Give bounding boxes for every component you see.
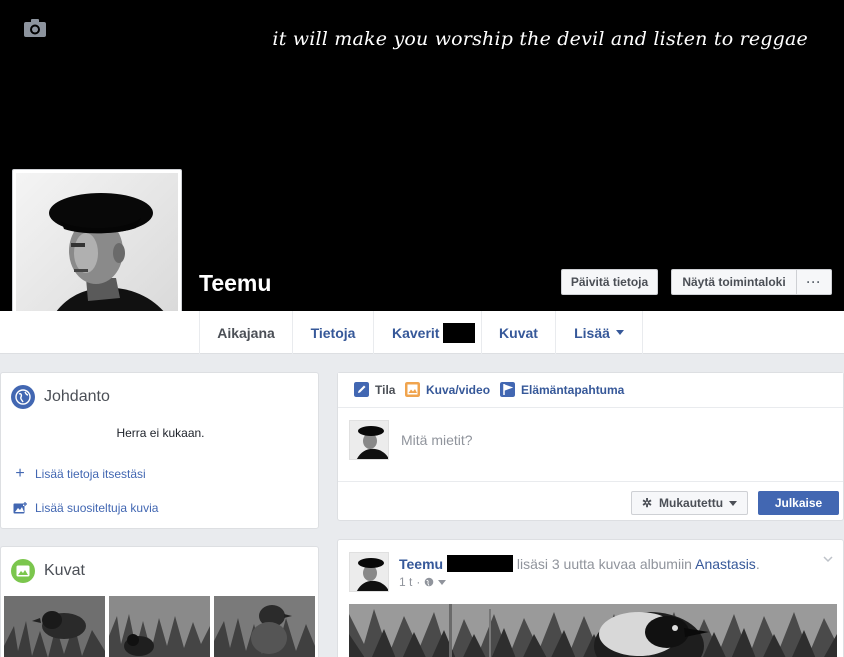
- profile-picture-image[interactable]: [16, 173, 178, 333]
- caret-down-icon: [615, 330, 624, 335]
- composer-footer: ✲ Mukautettu Julkaise: [338, 481, 843, 520]
- audience-selector-button[interactable]: ✲ Mukautettu: [631, 491, 748, 515]
- post-album-link[interactable]: Anastasis: [695, 556, 756, 572]
- intro-card: Johdanto Herra ei kukaan. + Lisää tietoj…: [0, 372, 319, 529]
- timeline-post: Teemu lisäsi 3 uutta kuvaa albumiin Anas…: [337, 539, 844, 657]
- add-info-label: Lisää tietoja itsestäsi: [35, 467, 146, 481]
- tab-about[interactable]: Tietoja: [293, 311, 374, 354]
- photos-card: Kuvat: [0, 546, 319, 657]
- globe-icon: [11, 385, 35, 409]
- camera-icon[interactable]: [23, 18, 47, 38]
- post-timestamp[interactable]: 1 t: [399, 575, 412, 589]
- profile-nav-bar: Aikajana Tietoja Kaverit Kuvat Lisää: [0, 311, 844, 354]
- redacted-friend-count: [443, 322, 476, 343]
- intro-title: Johdanto: [44, 388, 110, 405]
- redacted-surname: [446, 555, 513, 572]
- composer-tabs: Tila Kuva/video Elämäntapahtuma: [338, 373, 843, 408]
- add-info-link[interactable]: + Lisää tietoja itsestäsi: [13, 465, 146, 483]
- post-meta: 1 t ·: [399, 575, 447, 589]
- post-photo[interactable]: [349, 604, 837, 657]
- flag-icon: [500, 382, 515, 397]
- audience-label: Mukautettu: [659, 496, 724, 510]
- add-featured-photos-link[interactable]: Lisää suositeltuja kuvia: [13, 501, 158, 515]
- tab-more-label: Lisää: [574, 324, 610, 341]
- more-options-button[interactable]: ···: [796, 269, 832, 295]
- caret-down-icon: [729, 500, 738, 506]
- post-action-text: lisäsi 3 uutta kuvaa albumiin: [516, 556, 692, 572]
- photos-title[interactable]: Kuvat: [44, 562, 85, 580]
- globe-icon[interactable]: [424, 577, 434, 587]
- separator-dot: ·: [416, 575, 421, 589]
- tab-friends[interactable]: Kaverit: [374, 311, 482, 354]
- cover-quote-text: it will make you worship the devil and l…: [272, 28, 808, 50]
- chevron-down-icon[interactable]: [823, 554, 833, 564]
- composer-tab-status[interactable]: Tila: [354, 382, 395, 397]
- composer-tab-photo-video-label: Kuva/video: [426, 382, 491, 397]
- post-composer: Tila Kuva/video Elämäntapahtuma Mitä mie…: [337, 372, 844, 521]
- tab-timeline[interactable]: Aikajana: [199, 311, 293, 354]
- post-author-link[interactable]: Teemu: [399, 556, 443, 572]
- tab-friends-label: Kaverit: [392, 324, 440, 341]
- pencil-icon: [354, 382, 369, 397]
- composer-tab-life-event[interactable]: Elämäntapahtuma: [500, 382, 624, 397]
- intro-bio-text: Herra ei kukaan.: [116, 426, 205, 440]
- plus-icon: +: [15, 465, 25, 482]
- photo-thumbnail[interactable]: [4, 596, 105, 657]
- tab-photos[interactable]: Kuvat: [482, 311, 556, 354]
- intro-header: Johdanto: [11, 385, 110, 409]
- gear-icon: ✲: [641, 496, 653, 510]
- post-header: Teemu lisäsi 3 uutta kuvaa albumiin Anas…: [399, 555, 760, 572]
- composer-tab-status-label: Tila: [375, 382, 396, 397]
- activity-log-button[interactable]: Näytä toimintaloki: [671, 269, 797, 295]
- composer-tab-photo-video[interactable]: Kuva/video: [405, 382, 490, 397]
- profile-name[interactable]: Teemu: [199, 270, 271, 297]
- composer-input[interactable]: Mitä mietit?: [401, 432, 473, 448]
- tab-more[interactable]: Lisää: [556, 311, 643, 354]
- photo-icon: [405, 382, 420, 397]
- photos-icon: [11, 559, 35, 583]
- photo-thumbnail[interactable]: [109, 596, 210, 657]
- post-period: .: [755, 556, 760, 572]
- avatar[interactable]: [349, 420, 389, 460]
- post-button[interactable]: Julkaise: [758, 491, 839, 515]
- avatar[interactable]: [349, 552, 389, 592]
- update-info-button[interactable]: Päivitä tietoja: [561, 269, 658, 295]
- add-featured-photos-label: Lisää suositeltuja kuvia: [35, 501, 159, 515]
- composer-tab-life-event-label: Elämäntapahtuma: [521, 382, 625, 397]
- photo-thumbnail[interactable]: [214, 596, 315, 657]
- photo-add-icon: [13, 502, 27, 514]
- privacy-caret-icon[interactable]: [438, 579, 447, 585]
- photos-header: Kuvat: [11, 559, 85, 583]
